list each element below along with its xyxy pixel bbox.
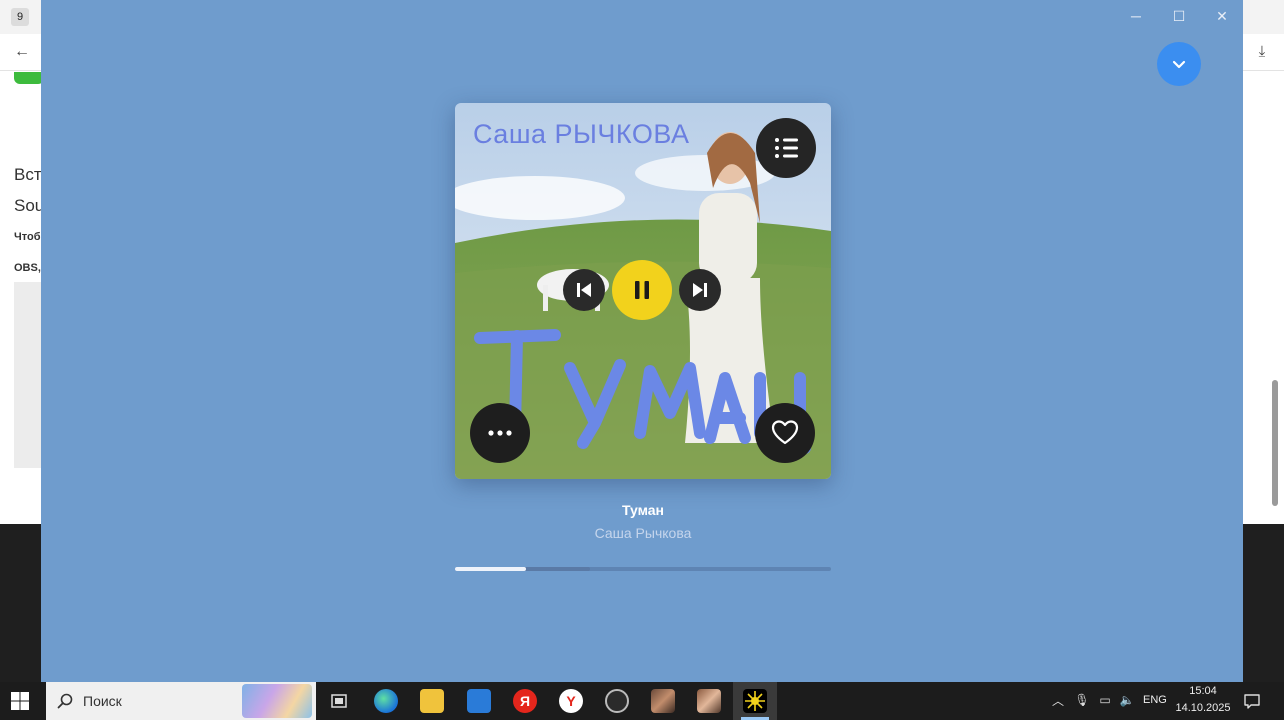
page-scrollbar[interactable] — [1272, 380, 1278, 506]
skip-next-icon — [693, 283, 707, 297]
progress-bar[interactable] — [455, 567, 831, 571]
track-title[interactable]: Туман — [455, 502, 831, 518]
close-button[interactable]: ✕ — [1204, 4, 1240, 28]
photo-app-icon[interactable] — [697, 689, 721, 713]
back-arrow-icon[interactable]: ← — [12, 42, 32, 62]
obs-icon[interactable] — [605, 689, 629, 713]
search-icon — [57, 693, 73, 709]
windows-taskbar: Поиск Я Y ︿ 🎙 ▭ 🔈 ENG 15:04 14.10.2025 — [0, 682, 1284, 720]
search-placeholder: Поиск — [83, 693, 122, 709]
yandex-browser-icon[interactable]: Y — [559, 689, 583, 713]
task-view-icon[interactable] — [327, 689, 351, 713]
volume-icon[interactable]: 🔈 — [1119, 692, 1135, 708]
more-horizontal-icon — [488, 430, 512, 436]
photo-app-icon[interactable] — [651, 689, 675, 713]
green-bar — [14, 72, 44, 84]
notification-icon[interactable] — [1243, 692, 1261, 710]
search-highlight-image — [242, 684, 312, 718]
tab-favicon[interactable]: 9 — [11, 8, 29, 26]
list-icon — [775, 138, 798, 158]
edge-icon[interactable] — [374, 689, 398, 713]
minimize-button[interactable]: ─ — [1118, 4, 1154, 28]
next-track-button[interactable] — [679, 269, 721, 311]
store-icon[interactable] — [467, 689, 491, 713]
progress-played — [455, 567, 526, 571]
more-options-button[interactable] — [470, 403, 530, 463]
album-cover: Саша РЫЧКОВА — [455, 103, 831, 479]
page-text-line: OBS, — [14, 262, 41, 274]
download-icon[interactable]: ⤓ — [1252, 42, 1272, 62]
microphone-icon[interactable]: 🎙 — [1074, 692, 1090, 708]
language-indicator[interactable]: ENG — [1143, 694, 1167, 706]
page-text-line: Sou — [14, 196, 45, 215]
cover-artist-text: Саша РЫЧКОВА — [473, 119, 690, 149]
pause-icon — [635, 281, 649, 299]
track-artist[interactable]: Саша Рычкова — [455, 525, 831, 541]
chevron-down-icon — [1172, 60, 1186, 69]
heart-icon — [771, 420, 799, 445]
tray-expand-chevron-icon[interactable]: ︿ — [1052, 692, 1064, 709]
active-app-icon[interactable] — [743, 689, 767, 713]
windows-start-icon[interactable] — [10, 691, 30, 711]
page-image-placeholder — [14, 282, 44, 468]
taskbar-search[interactable]: Поиск — [46, 682, 316, 720]
page-text-line: Вст — [14, 165, 42, 184]
queue-button[interactable] — [756, 118, 816, 178]
play-pause-button[interactable] — [612, 260, 672, 320]
maximize-button[interactable]: ☐ — [1161, 4, 1197, 28]
yandex-icon[interactable]: Я — [513, 689, 537, 713]
collapse-player-button[interactable] — [1157, 42, 1201, 86]
file-explorer-icon[interactable] — [420, 689, 444, 713]
clock-time[interactable]: 15:04 — [1172, 685, 1234, 697]
like-button[interactable] — [755, 403, 815, 463]
page-text-line: Чтоб — [14, 231, 41, 243]
skip-previous-icon — [577, 283, 591, 297]
music-player-window: ─ ☐ ✕ Саша РЫЧКОВА Туман Саша Рычкова — [41, 0, 1243, 682]
clock-date[interactable]: 14.10.2025 — [1172, 702, 1234, 714]
previous-track-button[interactable] — [563, 269, 605, 311]
network-icon[interactable]: ▭ — [1097, 692, 1113, 708]
